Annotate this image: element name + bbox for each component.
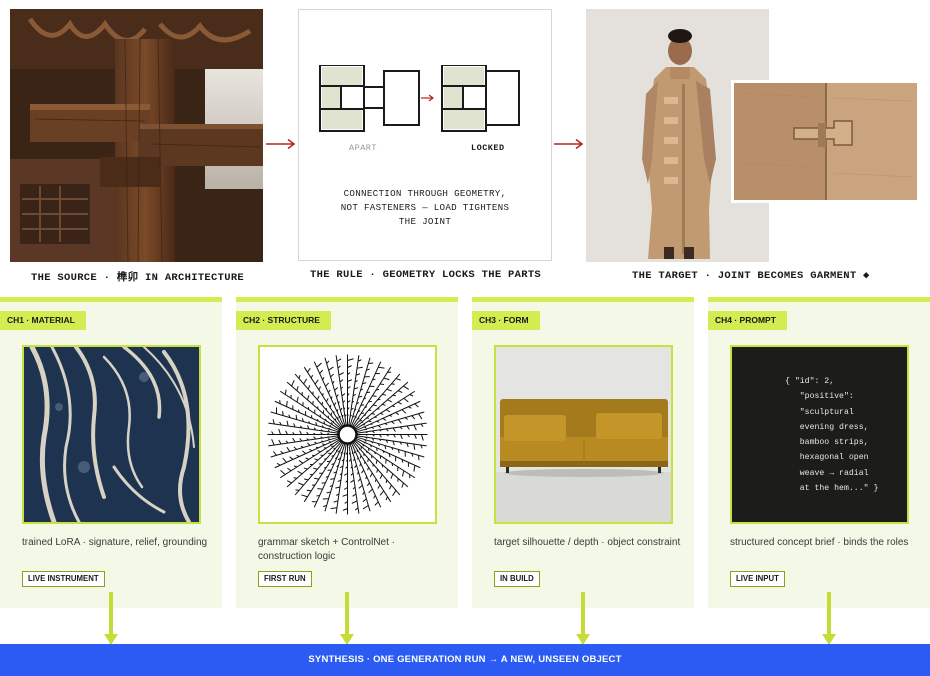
status-badge: LIVE INPUT xyxy=(730,571,785,587)
channel-description: target silhouette / depth · object const… xyxy=(494,537,681,548)
rule-caption: THE RULE · GEOMETRY LOCKS THE PARTS xyxy=(310,269,542,281)
rule-panel: APART LOCKED CONNECTION THROUGH GEOMETRY… xyxy=(298,9,552,261)
arrow-down-icon xyxy=(340,592,354,645)
channel-description: trained LoRA · signature, relief, ground… xyxy=(22,537,208,548)
rule-label-apart: APART xyxy=(349,143,378,153)
arrow-down-icon xyxy=(104,592,118,645)
arrow-right-icon xyxy=(266,138,296,150)
channel-card-structure: CH2 · STRUCTURE grammar sketch + Control… xyxy=(236,297,458,608)
channel-card-material: CH1 · MATERIAL trained LoRA · signature,… xyxy=(0,297,222,608)
joint-glyph xyxy=(319,65,520,132)
rule-description-line: CONNECTION THROUGH GEOMETRY, xyxy=(343,188,507,199)
rule-description-line: THE JOINT xyxy=(398,216,452,227)
channel-card-form: CH3 · FORM target silhouette / depth · o… xyxy=(472,297,694,608)
material-image xyxy=(22,345,201,524)
rule-description: CONNECTION THROUGH GEOMETRY, NOT FASTENE… xyxy=(309,187,541,229)
source-image xyxy=(10,9,263,262)
channel-tag: CH2 · STRUCTURE xyxy=(236,311,331,330)
arrow-down-icon xyxy=(822,592,836,645)
channel-description: structured concept brief · binds the rol… xyxy=(730,537,909,548)
prompt-code-panel: { "id": 2, "positive": "sculptural eveni… xyxy=(730,345,909,524)
status-badge: IN BUILD xyxy=(494,571,540,587)
form-image xyxy=(494,345,673,524)
target-caption: THE TARGET · JOINT BECOMES GARMENT ◆ xyxy=(632,270,870,282)
rule-label-locked: LOCKED xyxy=(471,143,505,153)
status-badge: FIRST RUN xyxy=(258,571,312,587)
channel-tag: CH4 · PROMPT xyxy=(708,311,787,330)
structure-image xyxy=(258,345,437,524)
channel-card-prompt: CH4 · PROMPT { "id": 2, "positive": "scu… xyxy=(708,297,930,608)
prompt-code: { "id": 2, "positive": "sculptural eveni… xyxy=(785,377,879,494)
target-detail-image xyxy=(731,80,920,203)
arrow-down-icon xyxy=(576,592,590,645)
arrow-right-icon xyxy=(554,138,584,150)
channel-tag: CH1 · MATERIAL xyxy=(0,311,86,330)
source-caption: THE SOURCE · 榫卯 IN ARCHITECTURE xyxy=(31,272,245,284)
channel-tag: CH3 · FORM xyxy=(472,311,540,330)
status-badge: LIVE INSTRUMENT xyxy=(22,571,105,587)
synthesis-bar: SYNTHESIS · ONE GENERATION RUN → A NEW, … xyxy=(0,644,930,676)
channel-description: grammar sketch + ControlNet · constructi… xyxy=(258,537,395,562)
rule-description-line: NOT FASTENERS — LOAD TIGHTENS xyxy=(340,202,510,213)
